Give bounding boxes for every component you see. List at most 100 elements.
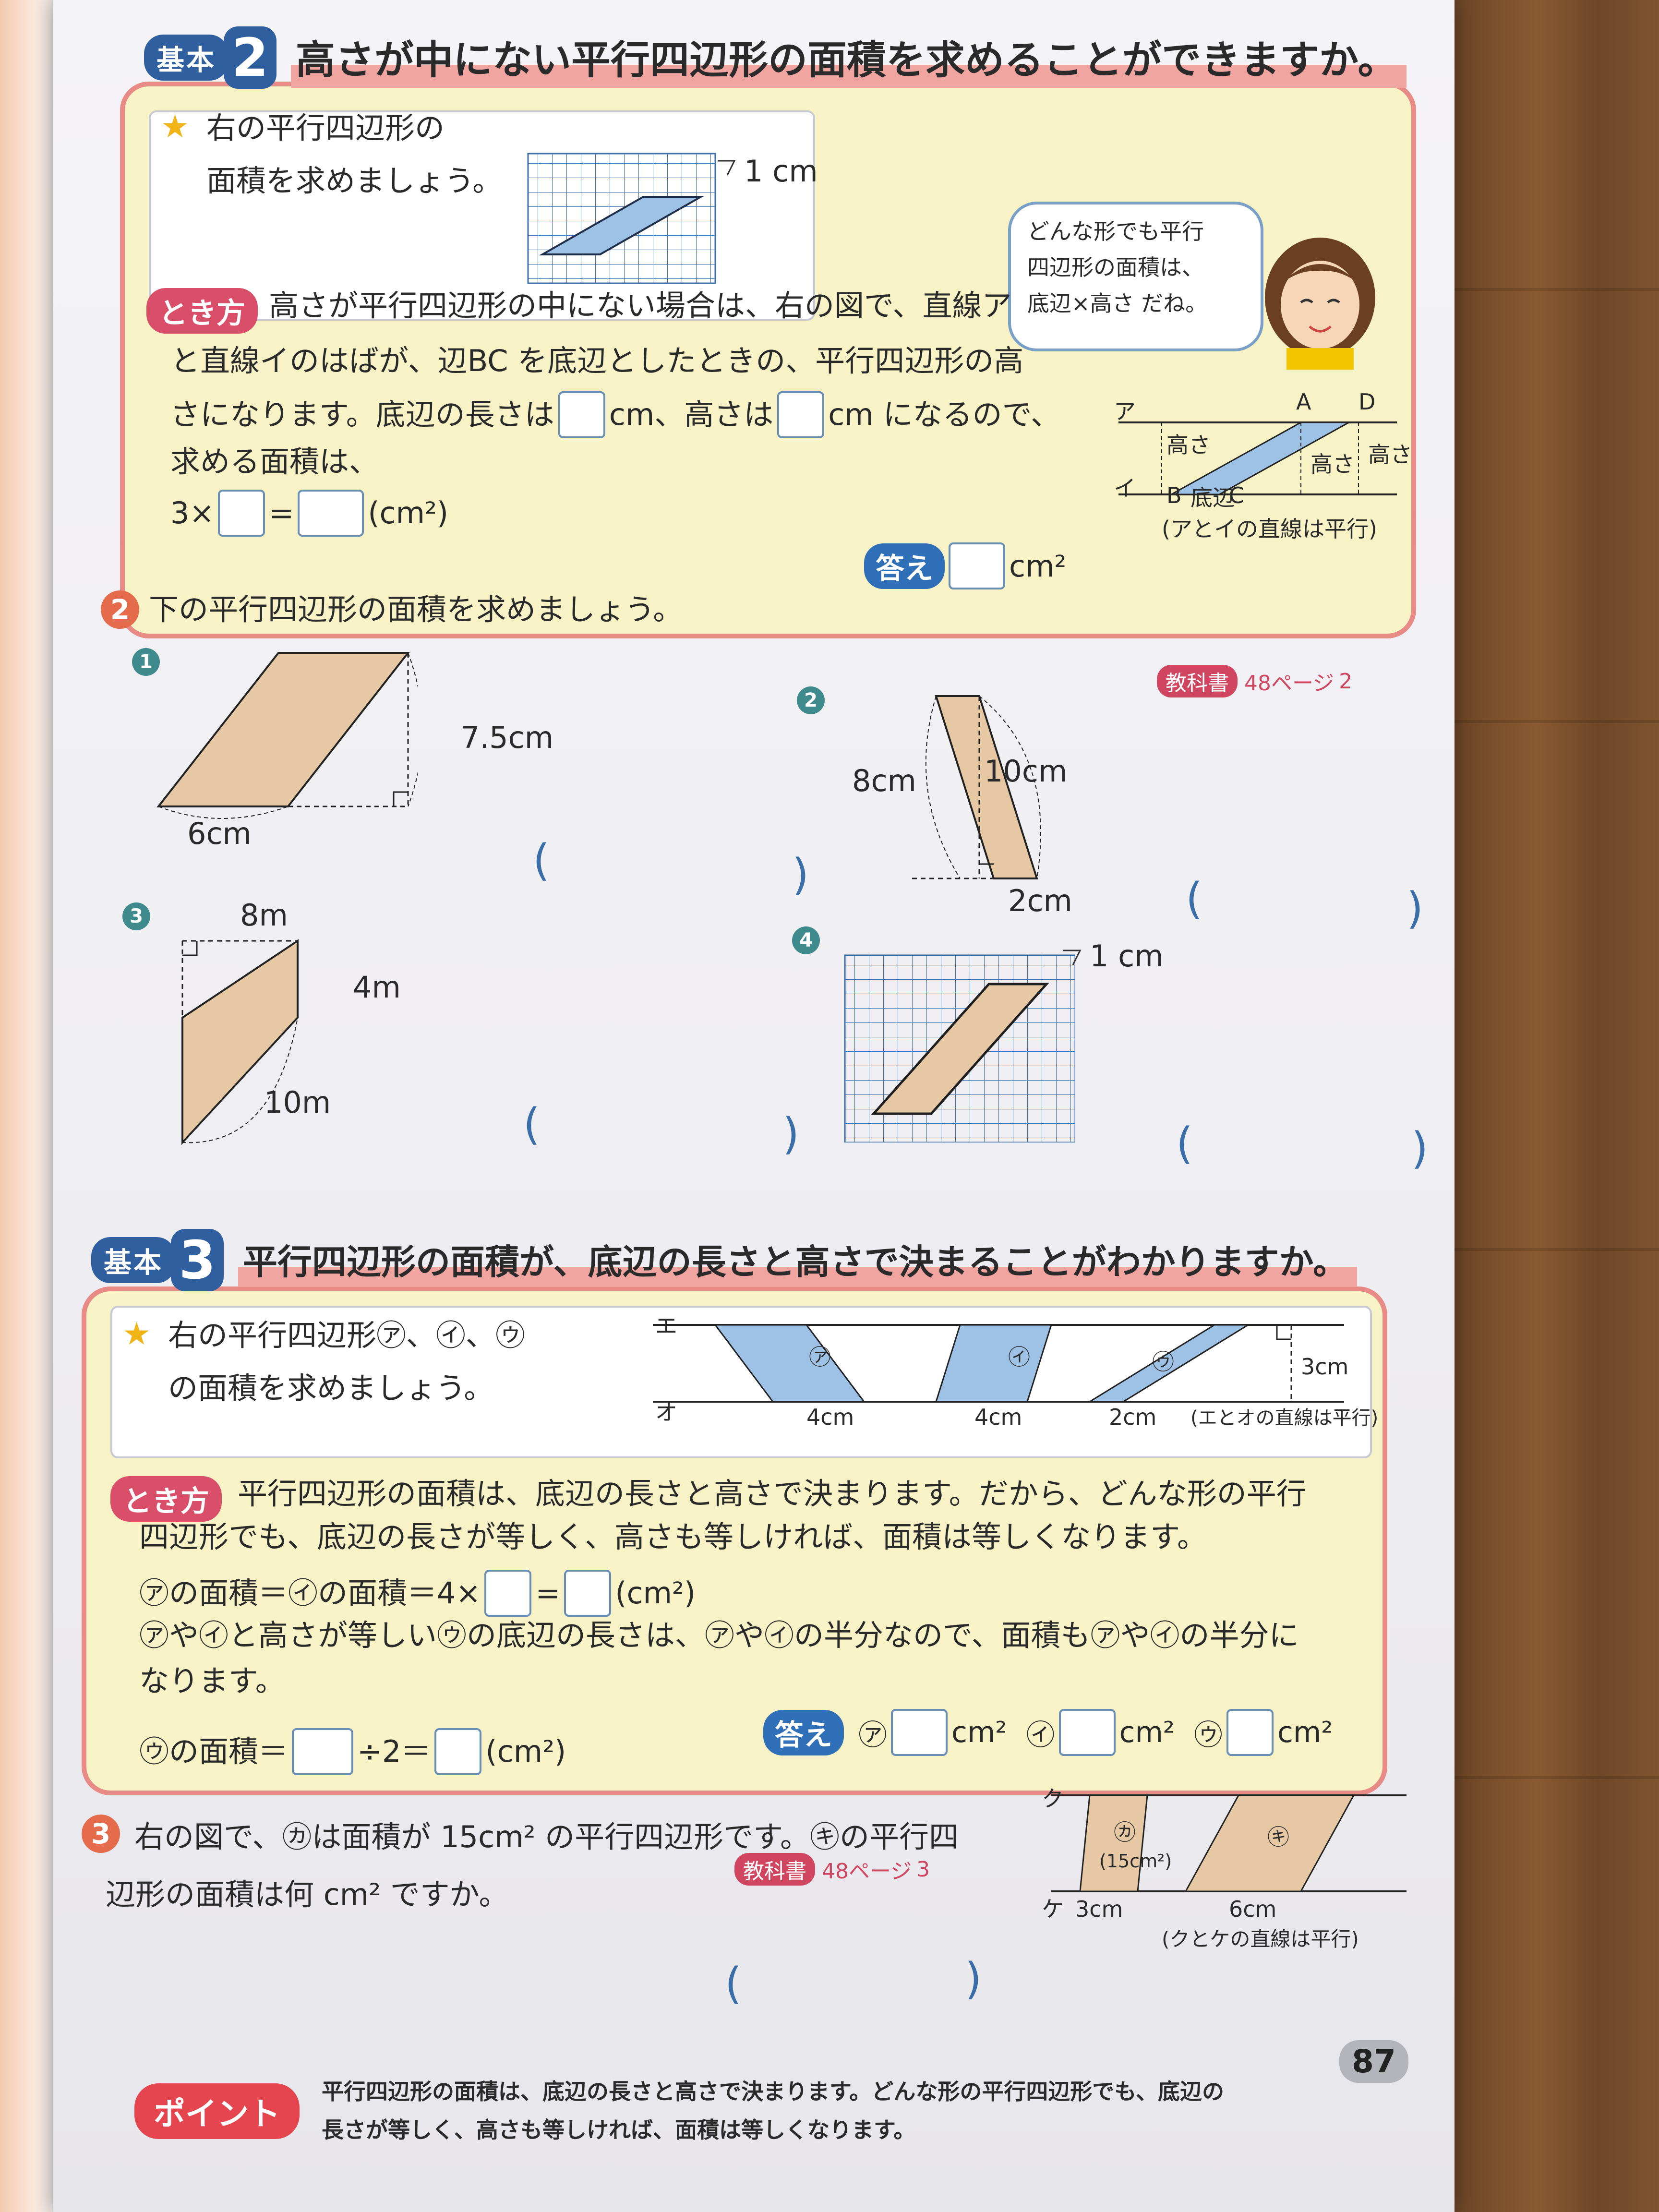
q4-answer-close[interactable]: ) xyxy=(1411,1123,1428,1174)
teacher-character xyxy=(1265,238,1375,370)
explanation-line5: なります。 xyxy=(139,1663,285,1698)
line3-text-a: ㋐の面積＝㋑の面積＝4× xyxy=(139,1575,481,1611)
q2-right-label: 10cm xyxy=(984,754,1068,789)
answer-box-u2[interactable] xyxy=(434,1728,482,1775)
formula-text: 3× xyxy=(170,495,215,530)
parallelograms-ka-ki-figure xyxy=(1051,1794,1407,1892)
textbook-mark: 3 xyxy=(916,1857,930,1882)
speech-line2: 四辺形の面積は、 xyxy=(1027,254,1204,280)
q3-top-label: 8m xyxy=(240,898,288,933)
exercise3-line1: 右の図で、㋕は面積が 15cm² の平行四辺形です。㋖の平行四 xyxy=(134,1819,959,1854)
fig-label-height2: 高さ xyxy=(1310,451,1355,477)
problem-text-line1: 右の平行四辺形の xyxy=(206,110,445,145)
answer-box-formula2[interactable] xyxy=(298,490,364,537)
q3-answer-open[interactable]: ( xyxy=(523,1099,540,1150)
answer-box-final[interactable] xyxy=(949,542,1005,589)
fig-note: (エとオの直線は平行) xyxy=(1190,1407,1379,1429)
answer-unit-u: cm² xyxy=(1277,1716,1333,1749)
textbook-badge: 教科書 xyxy=(734,1853,815,1886)
answer-box-final-a[interactable] xyxy=(891,1709,948,1756)
fig-note: (クとケの直線は平行) xyxy=(1162,1927,1359,1951)
speech-line3: 底辺×高さ だね。 xyxy=(1027,290,1208,316)
explanation-line3: さになります。底辺の長さは cm、高さは cm になるので、 xyxy=(170,391,1060,438)
explanation-line2: と直線イのはばが、辺BC を底辺としたときの、平行四辺形の高 xyxy=(170,343,1024,378)
fig-label-D: D xyxy=(1358,389,1376,415)
fig-label-ka: ㋕ xyxy=(1114,1819,1136,1845)
answer-unit: cm² xyxy=(1009,548,1067,584)
fig-label-shape-i: ㋑ xyxy=(1008,1344,1030,1370)
fig-base-ki: 6cm xyxy=(1229,1896,1277,1922)
fig-base-i: 4cm xyxy=(974,1404,1022,1430)
q2-answer-close[interactable]: ) xyxy=(1407,883,1423,934)
explanation-line4: 求める面積は、 xyxy=(170,444,379,479)
line3-text-c: (cm²) xyxy=(615,1575,696,1611)
answer-box-formula1[interactable] xyxy=(218,490,265,537)
point-line1: 平行四辺形の面積は、底辺の長さと高さで決まります。どんな形の平行四辺形でも、底辺… xyxy=(322,2079,1225,2104)
textbook-reference: 教科書 48ページ 3 xyxy=(734,1853,930,1886)
page-number: 87 xyxy=(1339,2040,1408,2083)
fig-label-shape-a: ㋐ xyxy=(809,1344,831,1370)
kihon-badge: 基本 xyxy=(144,35,229,81)
explanation-line2: 四辺形でも、底辺の長さが等しく、高さも等しければ、面積は等しくなります。 xyxy=(139,1519,1207,1554)
fig-label-e: エ xyxy=(655,1313,677,1339)
line3-text-c: cm になるので、 xyxy=(828,397,1061,432)
q1-height-label: 7.5cm xyxy=(461,720,554,755)
line3-text-a: さになります。底辺の長さは xyxy=(170,397,554,432)
line3-text-b: = xyxy=(535,1575,561,1611)
q4-answer-open[interactable]: ( xyxy=(1176,1118,1193,1169)
q4-unit-label: 1 cm xyxy=(1090,938,1164,974)
explanation-line6: ㋒の面積＝ ÷2＝ (cm²) xyxy=(139,1728,566,1775)
adjacent-page-edge xyxy=(0,0,58,2212)
textbook-badge: 教科書 xyxy=(1157,665,1238,697)
q3-answer-close[interactable]: ) xyxy=(782,1109,799,1159)
q2-answer-open[interactable]: ( xyxy=(1186,874,1202,924)
star-icon: ★ xyxy=(122,1315,151,1352)
explanation-line1: 平行四辺形の面積は、底辺の長さと高さで決まります。だから、どんな形の平行 xyxy=(238,1476,1306,1511)
q3-bottom-label: 10m xyxy=(264,1085,331,1120)
section2-header: 基本 2 高さが中にない平行四辺形の面積を求めることができますか。 xyxy=(144,26,1407,89)
fig-label-i: イ xyxy=(1114,475,1136,501)
line3-text-b: cm、高さは xyxy=(609,397,774,432)
answer-label-i: ㋑ xyxy=(1026,1718,1055,1752)
fig-label-o: オ xyxy=(655,1399,677,1425)
exercise3-line2: 辺形の面積は何 cm² ですか。 xyxy=(106,1877,509,1912)
fig-label-ki: ㋖ xyxy=(1267,1824,1289,1850)
answer-label-a: ㋐ xyxy=(858,1718,887,1752)
fig-label-ka-area: (15cm²) xyxy=(1099,1851,1172,1872)
q3-right-label: 4m xyxy=(353,970,401,1005)
fig-label-height3: 高さ xyxy=(1368,442,1412,468)
point-section: ポイント xyxy=(134,2083,300,2139)
answer-box-base[interactable] xyxy=(558,391,605,438)
point-line2: 長さが等しく、高さも等しければ、面積は等しくなります。 xyxy=(322,2117,916,2143)
answer-box-final-u[interactable] xyxy=(1226,1709,1274,1756)
answer-box-height[interactable] xyxy=(777,391,825,438)
speech-line1: どんな形でも平行 xyxy=(1027,218,1204,244)
section-title: 平行四辺形の面積が、底辺の長さと高さで決まることがわかりますか。 xyxy=(238,1233,1358,1287)
fig-height: 3cm xyxy=(1301,1354,1349,1380)
line6-text-b: ÷2＝ xyxy=(357,1733,431,1769)
line6-text-c: (cm²) xyxy=(485,1733,566,1769)
question-number-3: 3 xyxy=(122,902,150,930)
answer-unit-a: cm² xyxy=(951,1716,1007,1749)
answer-badge: 答え xyxy=(864,543,945,589)
answer-label-u: ㋒ xyxy=(1194,1718,1223,1752)
answer-box-a1[interactable] xyxy=(484,1570,532,1617)
q1-answer-close[interactable]: ) xyxy=(792,850,809,900)
section-title: 高さが中にない平行四辺形の面積を求めることができますか。 xyxy=(291,27,1407,88)
answer-box-final-i[interactable] xyxy=(1058,1709,1116,1756)
kihon-badge: 基本 xyxy=(91,1237,176,1283)
answer-box-u1[interactable] xyxy=(292,1728,354,1775)
ex3-answer-close[interactable]: ) xyxy=(965,1954,982,2004)
fig-label-height1: 高さ xyxy=(1166,432,1211,458)
tokikata-badge: とき方 xyxy=(146,288,258,334)
exercise-number: 3 xyxy=(82,1815,120,1853)
q1-answer-open[interactable]: ( xyxy=(533,835,550,886)
ex3-answer-open[interactable]: ( xyxy=(725,1959,742,2009)
exercise-number: 2 xyxy=(101,590,139,629)
answer-box-a2[interactable] xyxy=(564,1570,612,1617)
parallelogram-q1 xyxy=(156,652,418,819)
wooden-table xyxy=(1455,0,1659,2212)
unit-marker-icon xyxy=(718,160,736,176)
textbook-mark: 2 xyxy=(1339,669,1353,694)
explanation-line4: ㋐や㋑と高さが等しい㋒の底辺の長さは、㋐や㋑の半分なので、面積も㋐や㋑の半分に xyxy=(139,1618,1299,1653)
